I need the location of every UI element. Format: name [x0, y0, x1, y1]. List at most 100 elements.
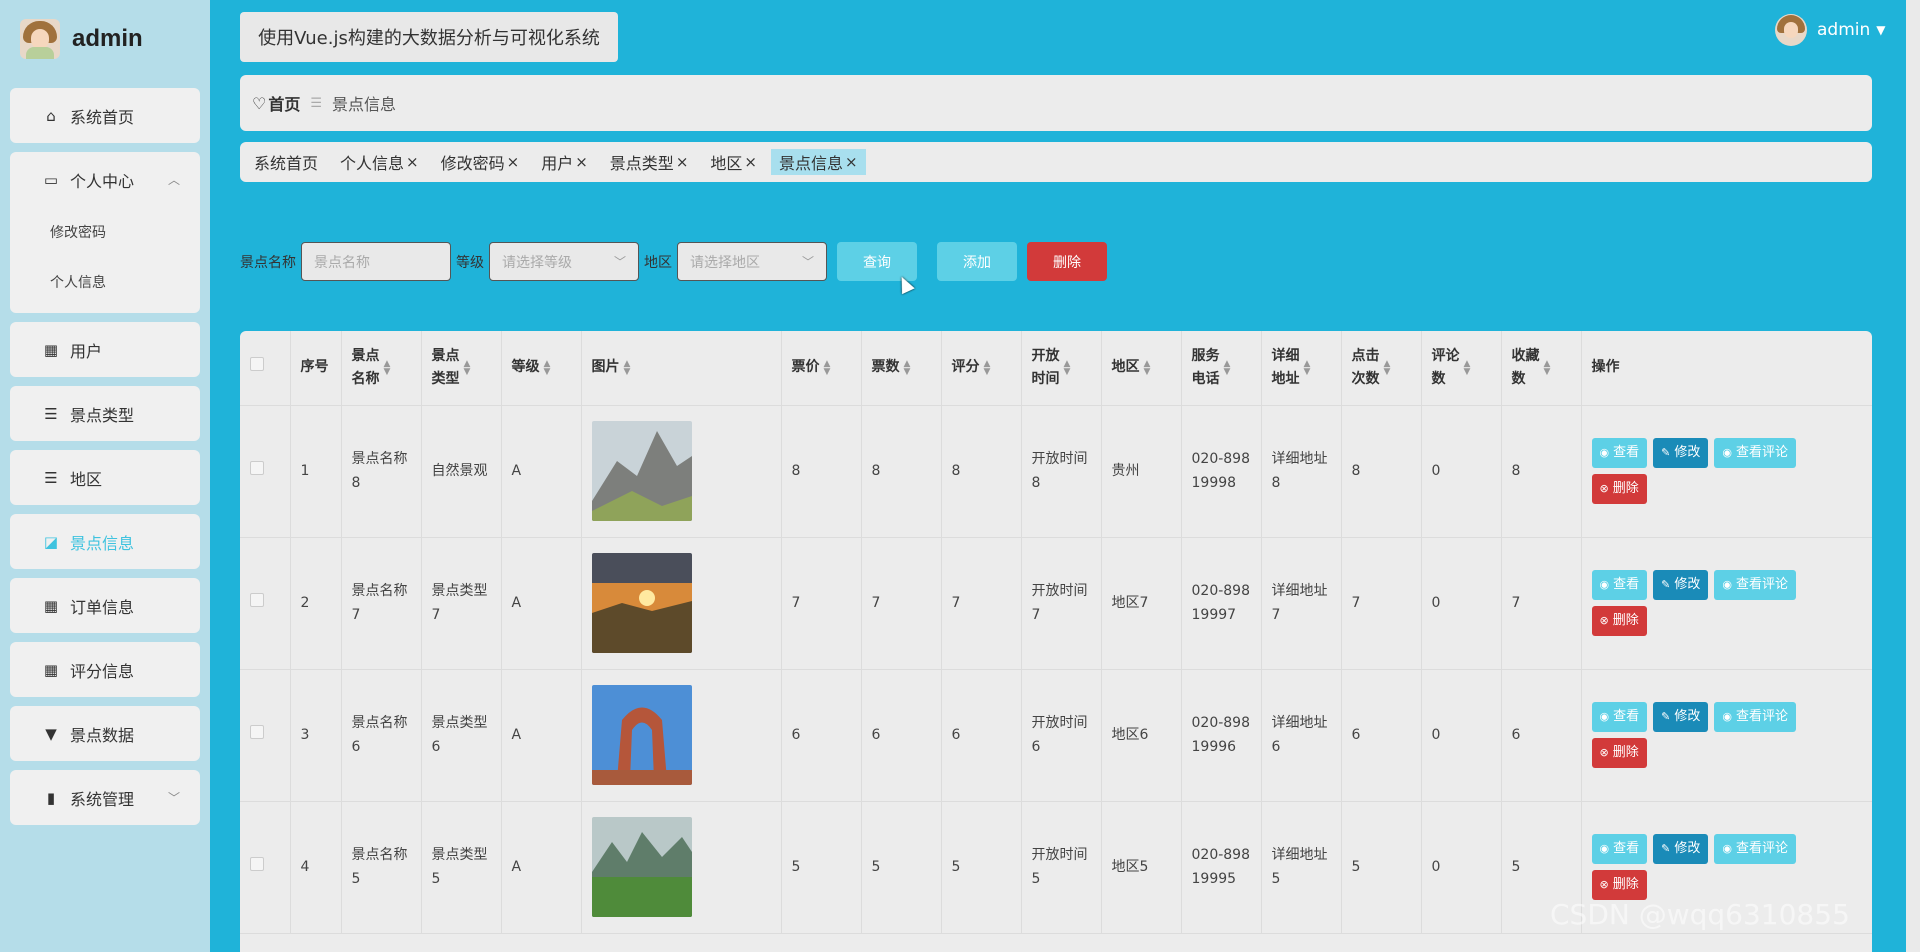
view-button[interactable]: ◉ 查看: [1591, 702, 1648, 732]
table-cell-no: 1: [290, 405, 342, 538]
edit-button[interactable]: ✎ 修改: [1653, 438, 1709, 468]
sort-icon[interactable]: ▲ ▼: [384, 359, 391, 376]
column-header[interactable]: 评分 ▲ ▼: [941, 331, 1022, 406]
sidebar-item-home[interactable]: ⌂ 系统首页: [10, 88, 200, 143]
sort-icon[interactable]: ▲ ▼: [1064, 359, 1071, 376]
sidebar-item-system[interactable]: ▮ 系统管理 ﹀: [10, 770, 200, 825]
row-checkbox[interactable]: [250, 857, 264, 871]
table-cell-price: 5: [781, 801, 862, 934]
tag-spot-info[interactable]: 景点信息 ×: [770, 149, 866, 175]
image-cell: [581, 537, 782, 670]
sort-icon[interactable]: ▲ ▼: [904, 359, 911, 376]
sidebar-subitem-password[interactable]: 修改密码: [10, 207, 200, 257]
sort-icon[interactable]: ▲ ▼: [1224, 359, 1231, 376]
sort-icon[interactable]: ▲ ▼: [1144, 359, 1151, 376]
sort-icon[interactable]: ▲ ▼: [824, 359, 831, 376]
column-header[interactable]: 评论 数▲ ▼: [1421, 331, 1502, 406]
cell-price: 8: [791, 463, 801, 479]
sort-icon[interactable]: ▲ ▼: [544, 359, 551, 376]
view-label: 查看: [1613, 709, 1640, 724]
column-header[interactable]: 服务 电话▲ ▼: [1181, 331, 1262, 406]
column-header[interactable]: 图片 ▲ ▼: [581, 331, 782, 406]
view-comments-button[interactable]: ◉ 查看评论: [1714, 834, 1796, 864]
close-icon[interactable]: ×: [676, 153, 689, 171]
pencil-icon: ✎: [1661, 710, 1671, 723]
cell-clicks: 6: [1351, 727, 1361, 743]
tag-spot-types[interactable]: 景点类型 ×: [602, 149, 697, 175]
sidebar-item-orders[interactable]: ▦ 订单信息: [10, 578, 200, 633]
column-header-label: 收藏 数: [1511, 347, 1540, 387]
add-button[interactable]: 添加: [937, 242, 1017, 281]
tag-password[interactable]: 修改密码 ×: [433, 149, 528, 175]
column-header[interactable]: 票数 ▲ ▼: [861, 331, 942, 406]
column-header[interactable]: 收藏 数▲ ▼: [1501, 331, 1582, 406]
sidebar-item-spot-info[interactable]: ◪ 景点信息: [10, 514, 200, 569]
close-icon[interactable]: ×: [744, 153, 757, 171]
sidebar-item-personal[interactable]: ▭ 个人中心 ︿: [10, 152, 200, 207]
sidebar-item-users[interactable]: ▦ 用户: [10, 322, 200, 377]
breadcrumb-home[interactable]: 首页: [268, 91, 300, 115]
sidebar-item-spot-types[interactable]: ☰ 景点类型: [10, 386, 200, 441]
select-all-checkbox[interactable]: [250, 357, 264, 372]
sort-icon[interactable]: ▲ ▼: [1464, 359, 1471, 376]
sidebar-item-regions[interactable]: ☰ 地区: [10, 450, 200, 505]
tag-regions[interactable]: 地区 ×: [702, 149, 765, 175]
column-header[interactable]: 票价 ▲ ▼: [781, 331, 862, 406]
column-header-label: 景点 名称: [351, 347, 380, 387]
column-header[interactable]: 景点 类型▲ ▼: [421, 331, 502, 406]
sidebar-item-spot-data[interactable]: ▼ 景点数据: [10, 706, 200, 761]
cell-addr: 详细地址5: [1271, 847, 1328, 887]
cell-level: A: [511, 595, 522, 611]
sort-icon[interactable]: ▲ ▼: [624, 359, 631, 376]
table-cell-type: 自然景观: [421, 405, 502, 538]
tag-home[interactable]: 系统首页: [246, 149, 326, 175]
tag-users[interactable]: 用户 ×: [533, 149, 596, 175]
view-comments-button[interactable]: ◉ 查看评论: [1714, 438, 1796, 468]
name-filter-input[interactable]: 景点名称: [301, 242, 451, 281]
sort-icon[interactable]: ▲ ▼: [984, 359, 991, 376]
close-icon[interactable]: ×: [507, 153, 520, 171]
table-cell-phone: 020-89819995: [1181, 801, 1262, 934]
scrollbar[interactable]: [1906, 0, 1920, 952]
sort-icon[interactable]: ▲ ▼: [1544, 359, 1551, 376]
level-select[interactable]: 请选择等级 ﹀: [489, 242, 639, 281]
sidebar-subitem-profile[interactable]: 个人信息: [10, 257, 200, 307]
sidebar-item-ratings[interactable]: ▦ 评分信息: [10, 642, 200, 697]
edit-label: 修改: [1674, 709, 1701, 724]
column-header[interactable]: 等级 ▲ ▼: [501, 331, 582, 406]
brand-name: admin: [72, 25, 143, 52]
cell-open: 开放时间7: [1031, 583, 1088, 623]
view-comments-button[interactable]: ◉ 查看评论: [1714, 570, 1796, 600]
column-header[interactable]: 景点 名称▲ ▼: [341, 331, 422, 406]
delete-button[interactable]: ⊗ 删除: [1591, 738, 1647, 768]
batch-delete-button[interactable]: 删除: [1027, 242, 1107, 281]
view-button[interactable]: ◉ 查看: [1591, 438, 1648, 468]
close-icon[interactable]: ×: [575, 153, 588, 171]
close-icon[interactable]: ×: [406, 153, 419, 171]
user-menu[interactable]: admin ▼: [1775, 14, 1886, 46]
eye-icon: ◉: [1722, 842, 1732, 855]
view-button[interactable]: ◉ 查看: [1591, 570, 1648, 600]
edit-button[interactable]: ✎ 修改: [1653, 834, 1709, 864]
row-checkbox[interactable]: [250, 725, 264, 739]
edit-button[interactable]: ✎ 修改: [1653, 570, 1709, 600]
view-comments-button[interactable]: ◉ 查看评论: [1714, 702, 1796, 732]
region-select[interactable]: 请选择地区 ﹀: [677, 242, 827, 281]
cell-type: 景点类型7: [431, 583, 488, 623]
close-icon[interactable]: ×: [845, 153, 858, 171]
delete-button[interactable]: ⊗ 删除: [1591, 474, 1647, 504]
row-checkbox[interactable]: [250, 593, 264, 607]
sort-icon[interactable]: ▲ ▼: [1384, 359, 1391, 376]
column-header[interactable]: 点击 次数▲ ▼: [1341, 331, 1422, 406]
column-header[interactable]: 开放 时间▲ ▼: [1021, 331, 1102, 406]
sort-icon[interactable]: ▲ ▼: [1304, 359, 1311, 376]
sort-icon[interactable]: ▲ ▼: [464, 359, 471, 376]
view-button[interactable]: ◉ 查看: [1591, 834, 1648, 864]
delete-button[interactable]: ⊗ 删除: [1591, 870, 1647, 900]
column-header[interactable]: 地区 ▲ ▼: [1101, 331, 1182, 406]
tag-profile[interactable]: 个人信息 ×: [332, 149, 427, 175]
column-header[interactable]: 详细 地址▲ ▼: [1261, 331, 1342, 406]
edit-button[interactable]: ✎ 修改: [1653, 702, 1709, 732]
delete-button[interactable]: ⊗ 删除: [1591, 606, 1647, 636]
row-checkbox[interactable]: [250, 461, 264, 475]
